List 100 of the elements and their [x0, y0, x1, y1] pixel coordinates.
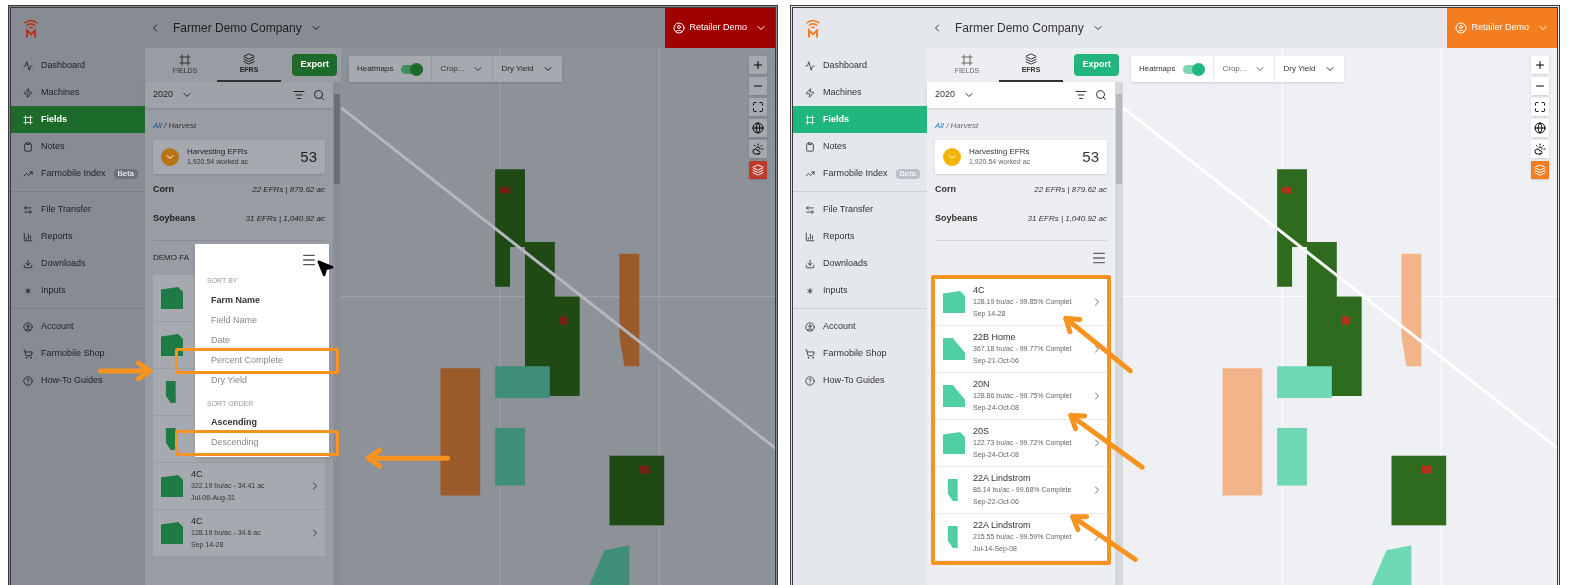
nav-item[interactable]: Notes: [11, 133, 145, 160]
asterisk-icon: [23, 285, 33, 296]
nav-item[interactable]: Account: [793, 313, 927, 340]
globe-icon: [752, 122, 764, 134]
harvest-icon: [161, 148, 179, 166]
trend-line-icon: [805, 168, 815, 179]
nav-item[interactable]: Account: [11, 313, 145, 340]
nav-item[interactable]: Reports: [793, 223, 927, 250]
nav-item[interactable]: Farmobile Shop: [793, 340, 927, 367]
user-circle-icon: [23, 321, 33, 332]
nav-item[interactable]: Inputs: [793, 277, 927, 304]
mouse-pointer-icon: [315, 258, 335, 278]
field-shape-icon: [161, 475, 183, 497]
scrollbar[interactable]: [1115, 82, 1123, 585]
crop-stats: 31 EFRs | 1,040.92 ac: [1027, 212, 1107, 225]
crop-name: Soybeans: [935, 211, 978, 225]
year-selector[interactable]: 2020: [935, 88, 976, 102]
scrollbar[interactable]: [333, 82, 341, 585]
nav-item[interactable]: Inputs: [11, 277, 145, 304]
download-icon: [23, 258, 33, 269]
frame-icon: [179, 53, 191, 66]
globe-icon: [1534, 122, 1546, 134]
field-shape-icon: [161, 287, 183, 309]
zoom-in-icon: [752, 59, 764, 71]
logo-icon: [23, 17, 39, 39]
search-icon[interactable]: [313, 89, 325, 101]
nav-item[interactable]: File Transfer: [793, 196, 927, 223]
nav-item[interactable]: Downloads: [793, 250, 927, 277]
menu-option[interactable]: Ascending: [195, 413, 329, 433]
nav-item[interactable]: Reports: [11, 223, 145, 250]
layers-icon: [1025, 52, 1037, 65]
crop-stats: 22 EFRs | 879.62 ac: [1034, 183, 1107, 196]
frame-icon: [805, 114, 815, 125]
map-control-button[interactable]: [749, 140, 767, 158]
logo-icon: [805, 17, 821, 39]
heatmaps-label: Heatmaps: [356, 63, 395, 75]
crop-dropdown[interactable]: Crop...: [431, 56, 493, 82]
filter-icon[interactable]: [293, 89, 305, 101]
zoom-in-icon: [1534, 59, 1546, 71]
nav-item[interactable]: File Transfer: [11, 196, 145, 223]
download-icon: [805, 258, 815, 269]
map-control-button[interactable]: [749, 119, 767, 137]
search-icon[interactable]: [1095, 89, 1107, 101]
field-name: 4C: [973, 284, 986, 296]
sort-icon[interactable]: [1091, 250, 1107, 266]
help-icon: [805, 375, 815, 386]
heatmaps-toggle[interactable]: [1183, 64, 1206, 74]
company-selector[interactable]: Farmer Demo Company: [173, 19, 322, 37]
help-icon: [23, 375, 33, 386]
field-shape-icon: [943, 432, 965, 454]
clipboard-icon: [23, 141, 33, 152]
trend-line-icon: [23, 168, 33, 179]
summary-title: Harvesting EFRs: [187, 147, 249, 157]
sort-icon[interactable]: [301, 252, 317, 268]
arrows-icon: [805, 204, 815, 215]
crop-name: Corn: [935, 182, 956, 196]
bolt-icon: [23, 87, 33, 98]
crop-dropdown[interactable]: Crop...: [1213, 56, 1275, 82]
layer-dropdown[interactable]: Dry Yield: [1274, 56, 1344, 82]
menu-option[interactable]: Date: [195, 330, 329, 351]
map-control-button[interactable]: [1531, 98, 1549, 116]
map-control-button[interactable]: [749, 98, 767, 116]
pulse-icon: [23, 60, 33, 71]
map-control-button[interactable]: [1531, 140, 1549, 158]
filter-icon[interactable]: [1075, 89, 1087, 101]
arrows-icon: [23, 204, 33, 215]
nav-item[interactable]: Farmobile Index Beta: [793, 160, 927, 187]
nav-item[interactable]: Dashboard: [793, 52, 927, 79]
nav-item[interactable]: Downloads: [11, 250, 145, 277]
pulse-icon: [805, 60, 815, 71]
nav-item[interactable]: How-To Guides: [11, 367, 145, 394]
beta-badge: Beta: [113, 168, 138, 179]
nav-item[interactable]: How-To Guides: [793, 367, 927, 394]
menu-option[interactable]: Farm Name: [195, 290, 329, 311]
nav-item[interactable]: Machines: [11, 79, 145, 106]
nav-item[interactable]: Machines: [793, 79, 927, 106]
field-name: 4C: [191, 515, 204, 527]
menu-option[interactable]: Dry Yield: [195, 370, 329, 391]
menu-option[interactable]: Percent Complete: [195, 350, 329, 371]
company-selector[interactable]: Farmer Demo Company: [955, 19, 1104, 37]
map-control-button[interactable]: [1531, 119, 1549, 137]
menu-option[interactable]: Descending: [195, 433, 329, 453]
nav-item[interactable]: Fields: [11, 106, 145, 133]
nav-item[interactable]: Farmobile Index Beta: [11, 160, 145, 187]
breadcrumb-link[interactable]: All: [935, 121, 944, 130]
layers-icon: [752, 164, 764, 176]
user-menu[interactable]: Retailer Demo: [665, 8, 775, 48]
export-button[interactable]: Export: [292, 54, 337, 76]
heatmaps-toggle[interactable]: [401, 64, 424, 74]
summary-title: Harvesting EFRs: [969, 147, 1031, 157]
year-selector[interactable]: 2020: [153, 88, 194, 102]
breadcrumb-text: / Harvest: [163, 121, 197, 130]
nav-item[interactable]: Notes: [793, 133, 927, 160]
crop-name: Corn: [153, 182, 174, 196]
bolt-icon: [805, 87, 815, 98]
menu-option[interactable]: Field Name: [195, 310, 329, 331]
layer-dropdown[interactable]: Dry Yield: [492, 56, 562, 82]
nav-item[interactable]: Farmobile Shop: [11, 340, 145, 367]
cart-icon: [805, 348, 815, 359]
nav-item[interactable]: Dashboard: [11, 52, 145, 79]
